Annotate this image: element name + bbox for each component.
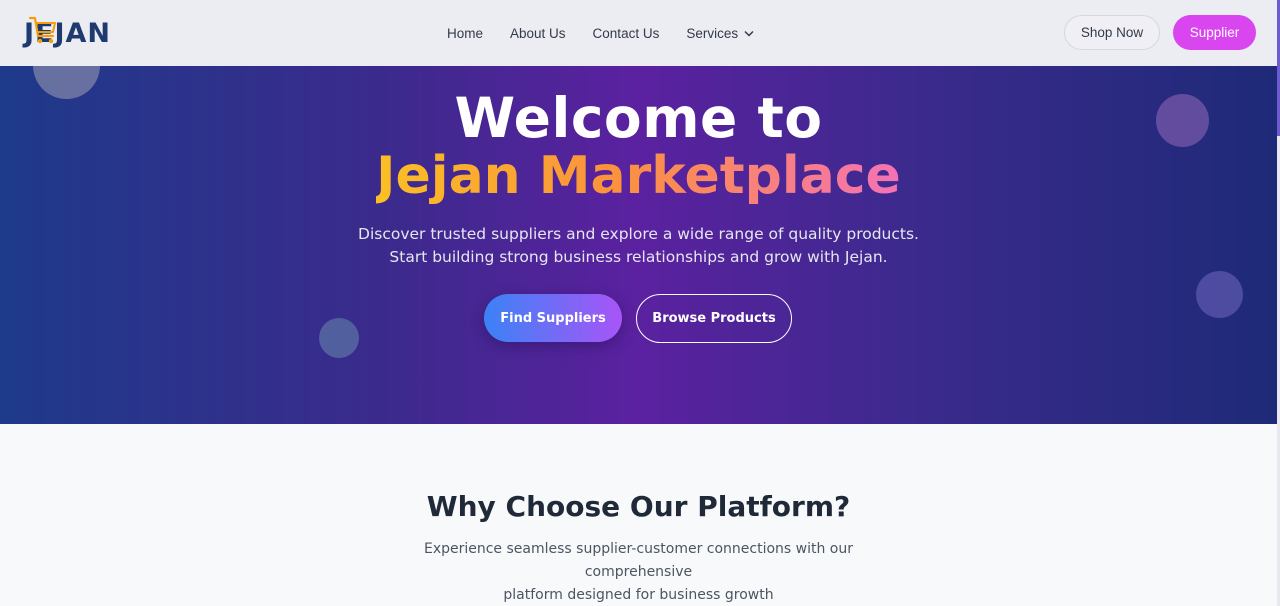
nav-contact-us[interactable]: Contact Us	[593, 26, 660, 41]
section-subtitle-line: platform designed for business growth	[503, 587, 774, 603]
supplier-button[interactable]: Supplier	[1173, 15, 1256, 50]
hero-subtitle-line: Start building strong business relations…	[389, 248, 888, 266]
hero-subtitle: Discover trusted suppliers and explore a…	[0, 223, 1277, 269]
chevron-down-icon	[744, 30, 754, 37]
decorative-bubble	[1196, 271, 1243, 318]
main-nav: Home About Us Contact Us Services	[447, 0, 781, 66]
nav-contact-us-label: Contact Us	[592, 25, 660, 41]
nav-about-us-label: About Us	[510, 25, 566, 41]
hero-title-brand: Jejan Marketplace	[376, 146, 901, 206]
section-subtitle: Experience seamless supplier-customer co…	[380, 538, 897, 606]
cart-icon	[28, 16, 56, 44]
nav-home[interactable]: Home	[447, 26, 483, 41]
hero-title: Welcome to	[454, 86, 823, 150]
shop-now-button[interactable]: Shop Now	[1064, 15, 1160, 50]
brand-logo[interactable]: JEJAN	[24, 14, 111, 52]
decorative-bubble	[319, 318, 359, 358]
hero-subtitle-line: Discover trusted suppliers and explore a…	[358, 225, 919, 243]
browse-products-button[interactable]: Browse Products	[636, 294, 792, 343]
nav-services-label: Services	[686, 25, 739, 41]
site-header: JEJAN Home About Us Contact Us Services …	[0, 0, 1277, 66]
nav-about-us[interactable]: About Us	[510, 26, 566, 41]
nav-home-label: Home	[447, 25, 484, 41]
find-suppliers-button[interactable]: Find Suppliers	[484, 294, 622, 342]
section-title: Why Choose Our Platform?	[426, 490, 851, 523]
hero-title-highlight: Jejan Marketplace	[0, 146, 1277, 206]
section-subtitle-line: Experience seamless supplier-customer co…	[423, 541, 854, 580]
hero-section: Welcome to Jejan Marketplace Discover tr…	[0, 66, 1277, 424]
nav-services[interactable]: Services	[686, 26, 754, 41]
